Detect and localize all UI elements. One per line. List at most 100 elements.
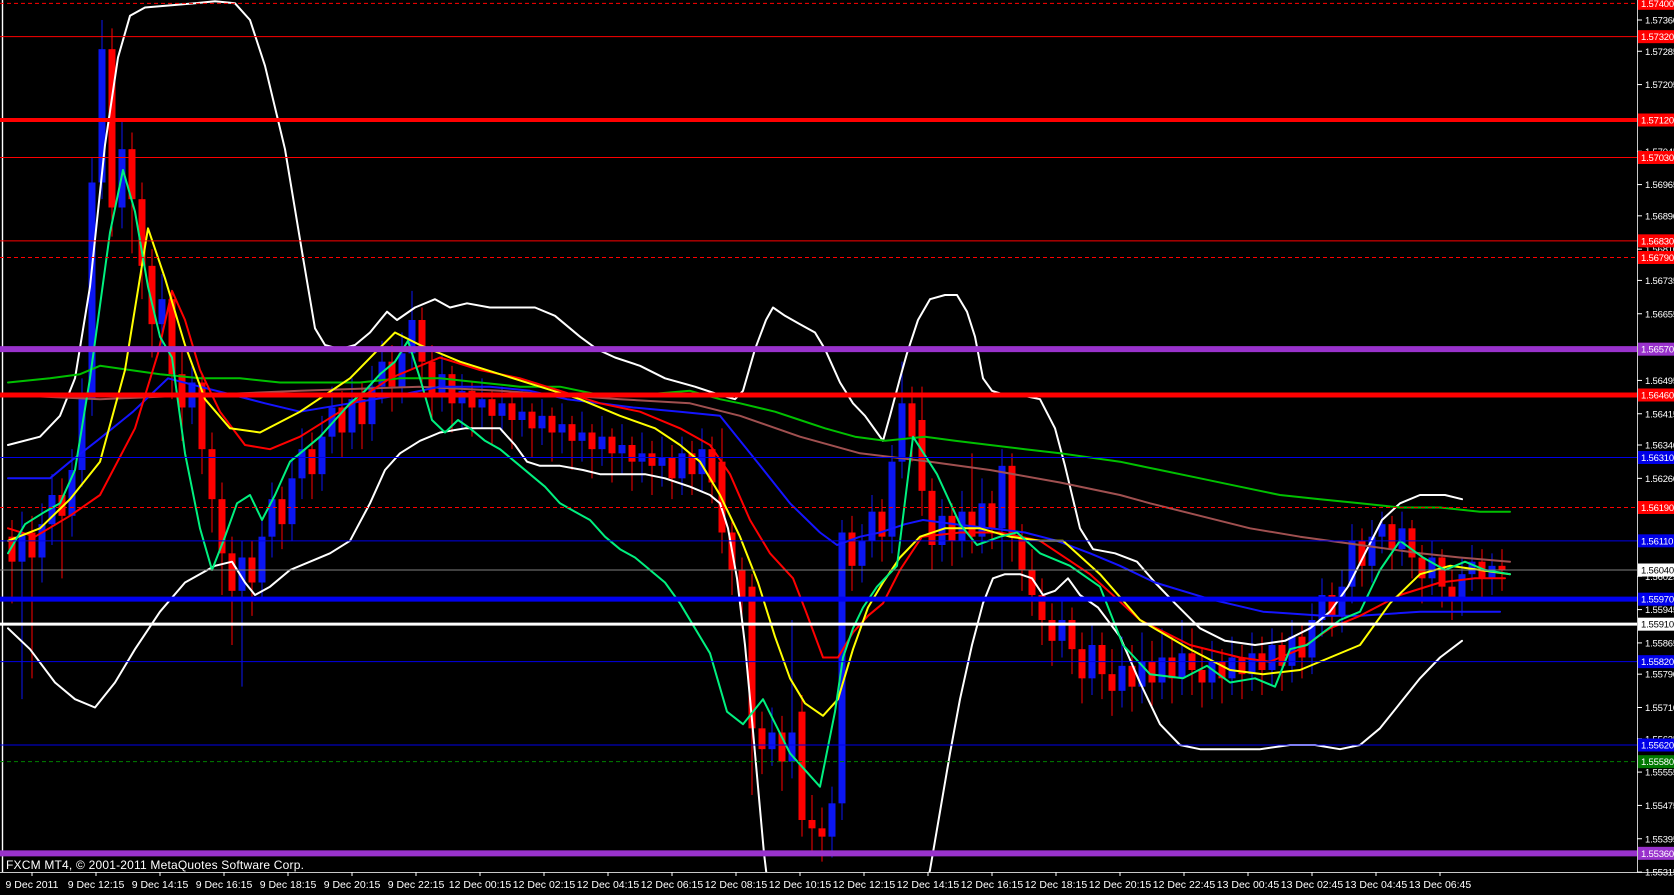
price-tag-1.56570: 1.56570	[1638, 343, 1674, 356]
price-axis[interactable]: 1.573601.572851.572051.570451.569651.568…	[1637, 0, 1674, 879]
price-tag-label: 1.56830	[1641, 236, 1674, 247]
price-tag-1.56110: 1.56110	[1638, 534, 1674, 547]
price-tag-label: 1.57320	[1641, 32, 1674, 43]
candle-bear	[669, 445, 676, 499]
candle-bear	[759, 712, 766, 775]
candle-bear	[229, 537, 236, 645]
candle-bull	[859, 524, 866, 582]
price-tag-label: 1.55620	[1641, 741, 1674, 752]
price-tag-1.57400: 1.57400	[1638, 0, 1674, 10]
y-tick-label: 1.56735	[1645, 276, 1674, 287]
x-tick-label: 9 Dec 20:15	[324, 879, 381, 891]
plot-area[interactable]	[0, 0, 1637, 895]
candle-bull	[1179, 620, 1186, 695]
candle-bear	[589, 424, 596, 478]
x-tick-label: 12 Dec 16:15	[961, 879, 1024, 891]
candle-bull	[1059, 599, 1066, 657]
x-tick-label: 12 Dec 02:15	[513, 879, 576, 891]
x-tick-label: 9 Dec 18:15	[260, 879, 317, 891]
y-tick-label: 1.55555	[1645, 768, 1674, 779]
candle-bull	[1089, 624, 1096, 695]
candle-bull	[1349, 524, 1356, 603]
price-tag-1.55820: 1.55820	[1638, 655, 1674, 668]
series-ma-green-slow	[8, 366, 1510, 512]
candle-bear	[1479, 549, 1486, 599]
price-chart-canvas[interactable]: 1.573601.572851.572051.570451.569651.568…	[0, 0, 1674, 895]
candle-bear	[779, 716, 786, 791]
candle-bull	[539, 399, 546, 445]
x-tick-label: 13 Dec 00:45	[1217, 879, 1280, 891]
candle-bear	[279, 487, 286, 550]
candle-bear	[529, 403, 536, 457]
y-tick-label: 1.56655	[1645, 309, 1674, 320]
price-tag-label: 1.55970	[1641, 595, 1674, 606]
x-tick-label: 12 Dec 22:45	[1153, 879, 1216, 891]
y-tick-label: 1.55315	[1645, 868, 1674, 879]
candle-bull	[1269, 628, 1276, 686]
series-ma-yellow	[8, 228, 1510, 716]
candle-bull	[1159, 628, 1166, 699]
y-tick-label: 1.56890	[1645, 211, 1674, 222]
x-tick-label: 12 Dec 12:15	[833, 879, 896, 891]
candle-bear	[1069, 608, 1076, 675]
x-tick-label: 12 Dec 08:15	[705, 879, 768, 891]
candle-bear	[1099, 633, 1106, 700]
candle-bear	[569, 416, 576, 470]
x-tick-label: 12 Dec 10:15	[769, 879, 832, 891]
candle-bull	[319, 416, 326, 491]
price-tag-label: 1.56790	[1641, 253, 1674, 264]
price-tag-label: 1.57030	[1641, 153, 1674, 164]
price-tag-1.57320: 1.57320	[1638, 30, 1674, 43]
price-tag-label: 1.57400	[1641, 0, 1674, 10]
price-tag-label: 1.55820	[1641, 657, 1674, 668]
price-tag-1.57120: 1.57120	[1638, 114, 1674, 127]
x-tick-label: 12 Dec 18:15	[1025, 879, 1088, 891]
candle-bear	[1079, 633, 1086, 704]
price-tag-label: 1.56190	[1641, 503, 1674, 514]
y-tick-label: 1.55475	[1645, 801, 1674, 812]
candle-bull	[299, 428, 306, 499]
price-tag-label: 1.56040	[1641, 566, 1674, 577]
candle-bear	[649, 441, 656, 495]
candle-bear	[489, 391, 496, 445]
candle-bull	[259, 520, 266, 599]
candle-bull	[829, 787, 836, 858]
x-tick-label: 12 Dec 20:15	[1089, 879, 1152, 891]
x-tick-label: 9 Dec 12:15	[68, 879, 125, 891]
y-tick-label: 1.55395	[1645, 834, 1674, 845]
candle-bear	[629, 437, 636, 491]
candle-bear	[249, 541, 256, 616]
candle-bear	[1199, 649, 1206, 707]
y-tick-label: 1.57360	[1645, 16, 1674, 27]
candle-bear	[729, 520, 736, 595]
price-tag-1.56190: 1.56190	[1638, 501, 1674, 514]
candle-bull	[369, 366, 376, 441]
time-axis[interactable]: 9 Dec 20119 Dec 12:159 Dec 14:159 Dec 16…	[6, 872, 1472, 891]
y-tick-label: 1.56495	[1645, 376, 1674, 387]
y-tick-label: 1.55710	[1645, 703, 1674, 714]
candle-bull	[1399, 512, 1406, 566]
y-tick-label: 1.56965	[1645, 180, 1674, 191]
candle-bear	[809, 795, 816, 853]
price-tag-1.57030: 1.57030	[1638, 151, 1674, 164]
candle-bull	[269, 483, 276, 558]
candle-bull	[19, 512, 26, 700]
y-tick-label: 1.55945	[1645, 605, 1674, 616]
y-tick-label: 1.56415	[1645, 409, 1674, 420]
candle-bull	[1369, 520, 1376, 583]
candle-bear	[1169, 637, 1176, 704]
candle-bull	[1429, 541, 1436, 595]
candle-bull	[1229, 637, 1236, 695]
x-tick-label: 12 Dec 00:15	[449, 879, 512, 891]
price-tag-label: 1.56570	[1641, 345, 1674, 356]
x-tick-label: 12 Dec 06:15	[641, 879, 704, 891]
price-tag-1.56460: 1.56460	[1638, 389, 1674, 402]
candle-bull	[579, 412, 586, 462]
price-tag-label: 1.56110	[1641, 536, 1673, 547]
candle-bull	[619, 424, 626, 474]
candle-bear	[849, 516, 856, 591]
y-tick-label: 1.55865	[1645, 638, 1674, 649]
x-tick-label: 13 Dec 06:45	[1409, 879, 1472, 891]
price-tag-1.55360: 1.55360	[1638, 847, 1674, 860]
candle-bull	[1319, 578, 1326, 636]
